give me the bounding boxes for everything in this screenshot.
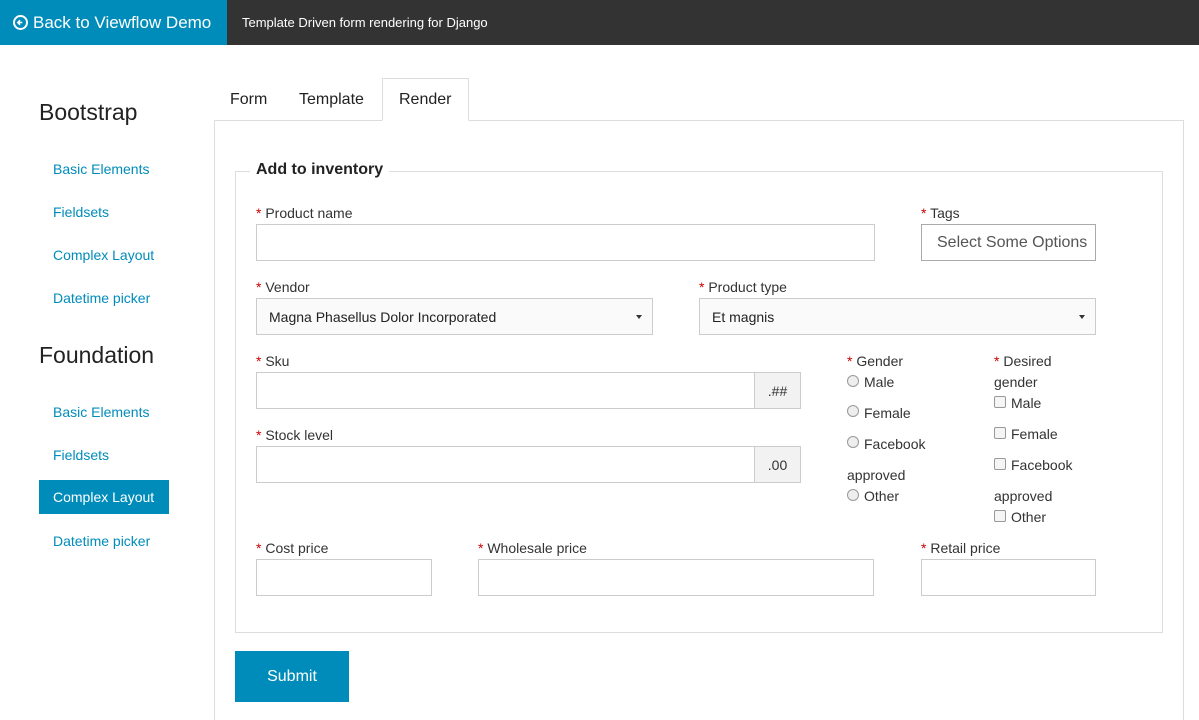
stock-level-label: * Stock level — [256, 427, 334, 443]
desired-gender-option-label: Other — [1011, 509, 1047, 525]
product-type-select[interactable]: Et magnis — [699, 298, 1096, 335]
sidebar-item-bootstrap-basic-elements[interactable]: Basic Elements — [39, 152, 169, 186]
gender-radio-male[interactable] — [847, 375, 859, 387]
desired-gender-option-label: Facebook — [1011, 457, 1073, 473]
tab-render[interactable]: Render — [382, 78, 469, 121]
top-bar: Back to Viewflow Demo Template Driven fo… — [0, 0, 1199, 45]
sidebar-heading-foundation: Foundation — [39, 342, 155, 368]
retail-price-label: * Retail price — [921, 540, 1001, 556]
gender-option-label: approved — [847, 467, 906, 483]
desired-gender-label-line2: gender — [994, 374, 1038, 390]
gender-radio-female[interactable] — [847, 405, 859, 417]
desired-gender-checkbox-male[interactable] — [994, 396, 1006, 408]
product-name-input[interactable] — [256, 224, 875, 261]
gender-option-label: Facebook — [864, 436, 926, 452]
sidebar-item-bootstrap-complex-layout[interactable]: Complex Layout — [39, 238, 169, 272]
stock-level-postfix: .00 — [754, 446, 801, 483]
product-type-label: * Product type — [699, 279, 787, 295]
back-to-demo-link[interactable]: Back to Viewflow Demo — [0, 0, 227, 45]
topbar-title: Template Driven form rendering for Djang… — [242, 15, 488, 30]
sidebar-item-foundation-basic-elements[interactable]: Basic Elements — [39, 395, 169, 429]
wholesale-price-input[interactable] — [478, 559, 874, 596]
sku-postfix: .## — [754, 372, 801, 409]
cost-price-input[interactable] — [256, 559, 432, 596]
vendor-label: * Vendor — [256, 279, 310, 295]
sku-label: * Sku — [256, 353, 290, 369]
product-name-label: * Product name — [256, 205, 353, 221]
sidebar-item-foundation-datetime-picker[interactable]: Datetime picker — [39, 524, 169, 558]
desired-gender-checkbox-facebook[interactable] — [994, 458, 1006, 470]
tags-multiselect[interactable]: Select Some Options — [921, 224, 1096, 261]
caret-down-icon — [1079, 315, 1085, 319]
sidebar-item-bootstrap-fieldsets[interactable]: Fieldsets — [39, 195, 169, 229]
desired-gender-option-label: Female — [1011, 426, 1058, 442]
desired-gender-checkbox-other[interactable] — [994, 510, 1006, 522]
gender-option-label: Other — [864, 488, 900, 504]
gender-radio-facebook[interactable] — [847, 436, 859, 448]
retail-price-input[interactable] — [921, 559, 1096, 596]
fieldset-legend: Add to inventory — [250, 161, 390, 179]
back-link-label: Back to Viewflow Demo — [33, 12, 212, 32]
sidebar-item-foundation-fieldsets[interactable]: Fieldsets — [39, 438, 169, 472]
submit-button[interactable]: Submit — [235, 651, 349, 702]
cost-price-label: * Cost price — [256, 540, 329, 556]
stock-level-input[interactable] — [256, 446, 755, 483]
desired-gender-option-label: Male — [1011, 395, 1042, 411]
tab-form[interactable]: Form — [230, 78, 267, 121]
vendor-selected-value: Magna Phasellus Dolor Incorporated — [269, 308, 497, 325]
vendor-select[interactable]: Magna Phasellus Dolor Incorporated — [256, 298, 653, 335]
tab-template[interactable]: Template — [299, 78, 364, 121]
caret-down-icon — [636, 315, 642, 319]
gender-option-label: Female — [864, 405, 911, 421]
wholesale-price-label: * Wholesale price — [478, 540, 587, 556]
sidebar-item-bootstrap-datetime-picker[interactable]: Datetime picker — [39, 281, 169, 315]
product-type-selected-value: Et magnis — [712, 308, 775, 325]
gender-radio-other[interactable] — [847, 489, 859, 501]
desired-gender-label: * Desired — [994, 353, 1052, 369]
sidebar-heading-bootstrap: Bootstrap — [39, 99, 138, 125]
desired-gender-checkbox-female[interactable] — [994, 427, 1006, 439]
sidebar-item-foundation-complex-layout[interactable]: Complex Layout — [39, 480, 169, 514]
tags-label: * Tags — [921, 205, 960, 221]
gender-option-label: Male — [864, 374, 895, 390]
gender-label: * Gender — [847, 353, 904, 369]
circle-arrow-left-icon — [13, 15, 28, 30]
sku-input[interactable] — [256, 372, 755, 409]
desired-gender-option-label: approved — [994, 488, 1053, 504]
